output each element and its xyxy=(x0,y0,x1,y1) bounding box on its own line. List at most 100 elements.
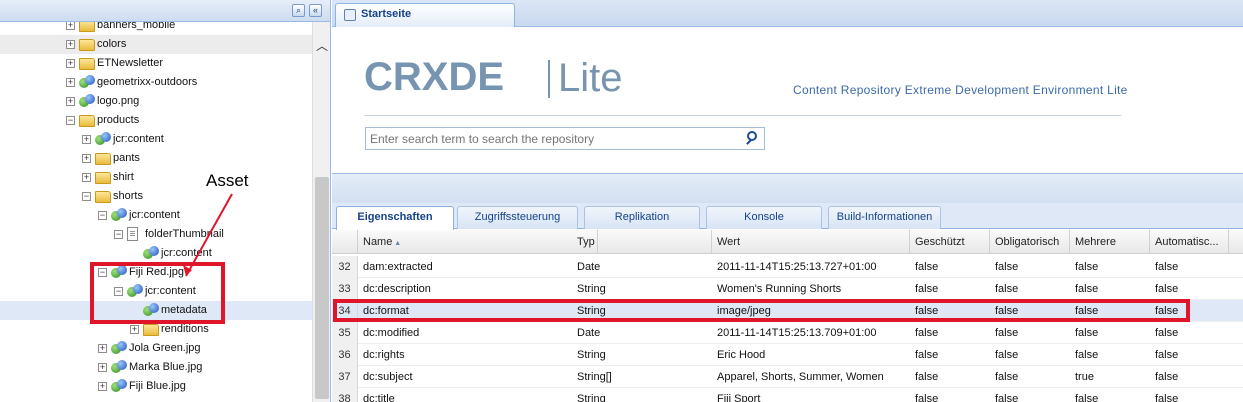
logo-lite: Lite xyxy=(558,56,623,100)
collapse-panel-icon[interactable]: « xyxy=(309,4,322,17)
table-row[interactable]: 38 dc:title String Fiji Sport false false fals… xyxy=(332,388,1243,402)
folder-icon xyxy=(79,22,95,32)
tab-build-informationen[interactable]: Build-Informationen xyxy=(828,206,941,229)
tab-konsole[interactable]: Konsole xyxy=(706,206,822,229)
expand-icon[interactable]: + xyxy=(66,59,75,68)
search-input[interactable] xyxy=(366,128,741,149)
tree-node-label: Marka Blue.jpg xyxy=(129,361,203,373)
table-cell: dc:description xyxy=(363,283,431,295)
tree-node[interactable]: + colors xyxy=(0,35,312,54)
table-row[interactable]: 36 dc:rights String Eric Hood false false fals… xyxy=(332,344,1243,366)
tree-node[interactable]: + logo.png xyxy=(0,92,312,111)
column-header[interactable]: Automatisc... xyxy=(1150,230,1229,254)
node-icon xyxy=(111,379,127,393)
table-cell: false xyxy=(995,261,1019,273)
collapse-icon[interactable]: − xyxy=(66,116,75,125)
expand-icon[interactable]: + xyxy=(82,154,91,163)
tree-node-label: shirt xyxy=(113,171,134,183)
folder-icon xyxy=(79,115,95,127)
tree-node[interactable]: − jcr:content xyxy=(0,206,312,225)
table-cell: false xyxy=(1155,349,1179,361)
search-icon[interactable] xyxy=(745,130,762,147)
table-row[interactable]: 35 dc:modified Date 2011-11-14T15:25:13.709… xyxy=(332,322,1243,344)
row-number: 35 xyxy=(332,322,358,344)
expand-icon[interactable]: + xyxy=(66,78,75,87)
column-header[interactable]: Wert xyxy=(712,230,910,254)
tree-node-label: logo.png xyxy=(97,95,140,107)
tree-node[interactable]: + ETNewsletter xyxy=(0,54,312,73)
node-icon xyxy=(79,75,95,89)
tree-scrollbar-thumb[interactable] xyxy=(315,177,329,399)
tab-startseite[interactable]: Startseite xyxy=(335,3,515,27)
tree-node-label: pants xyxy=(113,152,140,164)
node-icon xyxy=(79,94,95,108)
table-cell: false xyxy=(1155,393,1179,402)
node-icon xyxy=(95,132,111,146)
expand-icon[interactable]: + xyxy=(82,135,91,144)
expand-icon[interactable]: + xyxy=(98,363,107,372)
tree-node[interactable]: − folderThumbnail xyxy=(0,225,312,244)
table-row[interactable]: 32 dam:extracted Date 2011-11-14T15:25:13.7… xyxy=(332,256,1243,278)
table-cell: false xyxy=(995,327,1019,339)
tree-node[interactable]: − shorts xyxy=(0,187,312,206)
column-header[interactable]: Name xyxy=(358,230,598,254)
tree-node[interactable]: + geometrixx-outdoors xyxy=(0,73,312,92)
node-icon xyxy=(111,208,127,222)
tree-node[interactable]: + jcr:content xyxy=(0,130,312,149)
collapse-icon[interactable]: − xyxy=(82,192,91,201)
folder-icon xyxy=(79,39,95,51)
row-number-header xyxy=(332,230,358,254)
table-cell: Date xyxy=(577,327,601,339)
tab-replikation[interactable]: Replikation xyxy=(584,206,700,229)
tree-node[interactable]: + shirt xyxy=(0,168,312,187)
table-row[interactable]: 37 dc:subject String[] Apparel, Shorts, Sum… xyxy=(332,366,1243,388)
row-number: 38 xyxy=(332,388,358,402)
table-cell: String[] xyxy=(577,371,612,383)
node-icon xyxy=(143,246,159,260)
table-cell: false xyxy=(995,349,1019,361)
column-header[interactable]: Obligatorisch xyxy=(990,230,1070,254)
collapse-icon[interactable]: − xyxy=(98,211,107,220)
expand-icon[interactable]: + xyxy=(66,22,75,30)
expand-icon[interactable]: + xyxy=(130,325,139,334)
expand-icon[interactable]: + xyxy=(66,40,75,49)
column-header[interactable]: Geschützt xyxy=(910,230,990,254)
collapse-icon[interactable]: − xyxy=(114,230,123,239)
expand-icon[interactable]: + xyxy=(66,97,75,106)
table-cell: dc:subject xyxy=(363,371,413,383)
table-cell: String xyxy=(577,393,606,402)
column-header[interactable]: Typ xyxy=(572,230,712,254)
tab-eigenschaften[interactable]: Eigenschaften xyxy=(336,206,454,230)
expand-icon[interactable]: + xyxy=(82,173,91,182)
table-cell: 2011-11-14T15:25:13.709+01:00 xyxy=(717,327,877,339)
tree-node[interactable]: + Marka Blue.jpg xyxy=(0,358,312,377)
tab-zugriffssteuerung[interactable]: Zugriffssteuerung xyxy=(457,206,578,229)
binoculars-icon[interactable]: ⌕ xyxy=(292,4,305,17)
panel-splitter[interactable] xyxy=(332,173,1243,203)
column-header[interactable]: Mehrere xyxy=(1070,230,1150,254)
table-cell: false xyxy=(1075,327,1099,339)
tree-node[interactable]: + pants xyxy=(0,149,312,168)
tree-node[interactable]: + Jola Green.jpg xyxy=(0,339,312,358)
table-cell: false xyxy=(1075,261,1099,273)
expand-icon[interactable]: + xyxy=(98,344,107,353)
home-icon xyxy=(344,9,356,21)
table-cell: String xyxy=(577,283,606,295)
tagline: Content Repository Extreme Development E… xyxy=(793,83,1128,97)
table-cell: true xyxy=(1075,371,1094,383)
table-row[interactable]: 33 dc:description String Women's Running Sh… xyxy=(332,278,1243,300)
expand-icon[interactable]: + xyxy=(98,382,107,391)
tree-node[interactable]: + Fiji Blue.jpg xyxy=(0,377,312,396)
tree-node[interactable]: + banners_mobile xyxy=(0,22,312,35)
tree-node[interactable]: − products xyxy=(0,111,312,130)
tree-node[interactable]: jcr:content xyxy=(0,244,312,263)
table-cell: dam:extracted xyxy=(363,261,433,273)
table-cell: false xyxy=(995,283,1019,295)
table-cell: false xyxy=(995,371,1019,383)
table-cell: false xyxy=(1155,327,1179,339)
scroll-up-icon[interactable]: ︿ xyxy=(316,40,328,52)
table-cell: Women's Running Shorts xyxy=(717,283,842,295)
tree-node-label: jcr:content xyxy=(161,247,212,259)
tree-scrollbar[interactable]: ︿ xyxy=(312,22,330,402)
folder-icon xyxy=(95,172,111,184)
